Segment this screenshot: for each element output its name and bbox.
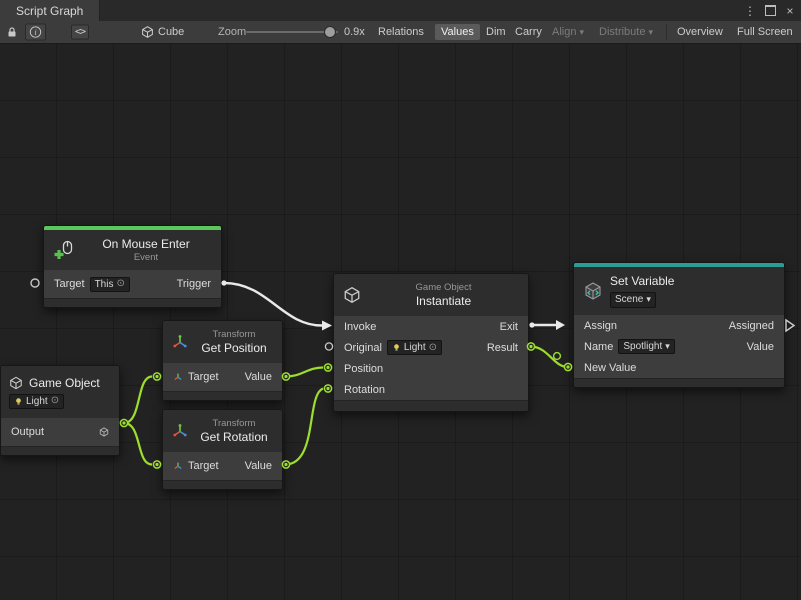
node-category: Transform (195, 329, 273, 340)
new-value-port-label: New Value (584, 362, 636, 374)
original-object-value: Light (404, 342, 426, 353)
object-field[interactable]: Light ⊙ (9, 394, 64, 409)
zoom-slider-handle[interactable] (324, 26, 336, 38)
target-cube-icon (141, 26, 154, 39)
node-title: Game Object (29, 376, 100, 390)
value-port-label: Value (245, 371, 272, 383)
node-category: Game Object (368, 282, 519, 293)
caret-down-icon: ▾ (580, 27, 585, 37)
position-port-label: Position (344, 363, 383, 375)
svg-text:i: i (34, 28, 37, 37)
node-game-object-literal[interactable]: Game Object Light ⊙ Output (0, 365, 120, 456)
target-port-label: Target (54, 278, 85, 290)
object-field-value: Light (26, 396, 48, 407)
variable-scope-value: Scene (615, 294, 643, 306)
node-set-variable[interactable]: Set Variable Scene ▾ Assign Assigned Nam… (573, 262, 785, 388)
node-footer (163, 480, 282, 489)
target-object-field[interactable]: This ⊙ (90, 277, 130, 292)
gameobject-type-icon (99, 427, 109, 437)
transform-icon (172, 423, 188, 439)
node-title: Instantiate (368, 294, 519, 308)
node-footer (1, 446, 119, 455)
node-footer (44, 298, 221, 307)
light-icon (392, 343, 401, 352)
info-icon[interactable]: i (25, 24, 46, 41)
result-port-label: Result (487, 342, 518, 354)
node-subtitle: Event (80, 252, 212, 263)
distribute-button[interactable]: Distribute ▾ (593, 24, 659, 40)
align-label: Align (552, 26, 576, 38)
node-title: On Mouse Enter (80, 237, 212, 251)
assign-port-label: Assign (584, 320, 617, 332)
node-footer (163, 391, 282, 400)
values-button[interactable]: Values (435, 24, 480, 40)
variable-scope-dropdown[interactable]: Scene ▾ (610, 292, 656, 308)
fullscreen-button[interactable]: Full Screen (731, 24, 799, 40)
target-object-value: This (95, 279, 114, 290)
node-title: Get Position (195, 341, 273, 355)
zoom-value: 0.9x (344, 26, 365, 38)
lock-icon[interactable] (6, 26, 18, 38)
value-port-label: Value (245, 460, 272, 472)
target-port-label: Target (188, 460, 219, 472)
tab-script-graph[interactable]: Script Graph (0, 0, 100, 21)
node-on-mouse-enter[interactable]: On Mouse Enter Event Target This ⊙ Trigg… (43, 225, 222, 308)
object-picker-icon[interactable]: ⊙ (116, 279, 124, 289)
transform-icon (172, 334, 188, 350)
overview-button[interactable]: Overview (671, 24, 729, 40)
graph-target-label: Cube (158, 26, 184, 38)
node-footer (334, 400, 528, 411)
dim-button[interactable]: Dim (480, 24, 512, 40)
close-icon[interactable]: × (781, 0, 799, 21)
code-icon[interactable]: <> (71, 25, 89, 40)
toolbar-separator (666, 25, 667, 40)
node-get-rotation[interactable]: Transform Get Rotation Target Value (162, 409, 283, 490)
maximize-icon[interactable] (761, 0, 779, 21)
original-object-field[interactable]: Light ⊙ (387, 340, 442, 355)
variable-icon (583, 281, 603, 301)
maximize-glyph (765, 5, 776, 16)
output-port-label: Output (11, 426, 44, 438)
node-instantiate[interactable]: Game Object Instantiate Invoke Exit Orig… (333, 273, 529, 412)
trigger-port-label: Trigger (177, 278, 211, 290)
node-get-position[interactable]: Transform Get Position Target Value (162, 320, 283, 401)
target-port-label: Target (188, 371, 219, 383)
name-port-label: Name (584, 341, 613, 353)
exit-port-label: Exit (500, 321, 518, 333)
node-title: Set Variable (610, 274, 775, 288)
value-port-label: Value (747, 341, 774, 353)
zoom-label: Zoom (218, 26, 246, 38)
variable-name-dropdown[interactable]: Spotlight ▾ (618, 339, 674, 354)
object-picker-icon[interactable]: ⊙ (51, 396, 59, 406)
menu-icon[interactable]: ⋮ (741, 0, 759, 21)
titlebar-spacer (100, 0, 741, 21)
cube-icon (9, 376, 23, 390)
graph-toolbar: i <> Cube Zoom 0.9x Relations Values Dim… (0, 21, 801, 44)
node-footer (574, 378, 784, 387)
invoke-port-label: Invoke (344, 321, 376, 333)
rotation-port-label: Rotation (344, 384, 385, 396)
carry-button[interactable]: Carry (509, 24, 548, 40)
object-picker-icon[interactable]: ⊙ (429, 343, 437, 353)
tab-label: Script Graph (16, 4, 83, 18)
mouse-event-icon (53, 240, 73, 260)
caret-down-icon: ▾ (646, 294, 651, 305)
align-button[interactable]: Align ▾ (546, 24, 590, 40)
light-icon (14, 397, 23, 406)
node-category: Transform (195, 418, 273, 429)
variable-name-value: Spotlight (623, 341, 662, 352)
cube-icon (343, 286, 361, 304)
caret-down-icon: ▾ (649, 27, 654, 37)
transform-type-icon (173, 461, 183, 471)
relations-button[interactable]: Relations (372, 24, 430, 40)
transform-type-icon (173, 372, 183, 382)
assigned-port-label: Assigned (729, 320, 774, 332)
distribute-label: Distribute (599, 26, 645, 38)
original-port-label: Original (344, 342, 382, 354)
node-title: Get Rotation (195, 430, 273, 444)
caret-down-icon: ▾ (665, 341, 670, 352)
title-bar: Script Graph ⋮ × (0, 0, 801, 22)
